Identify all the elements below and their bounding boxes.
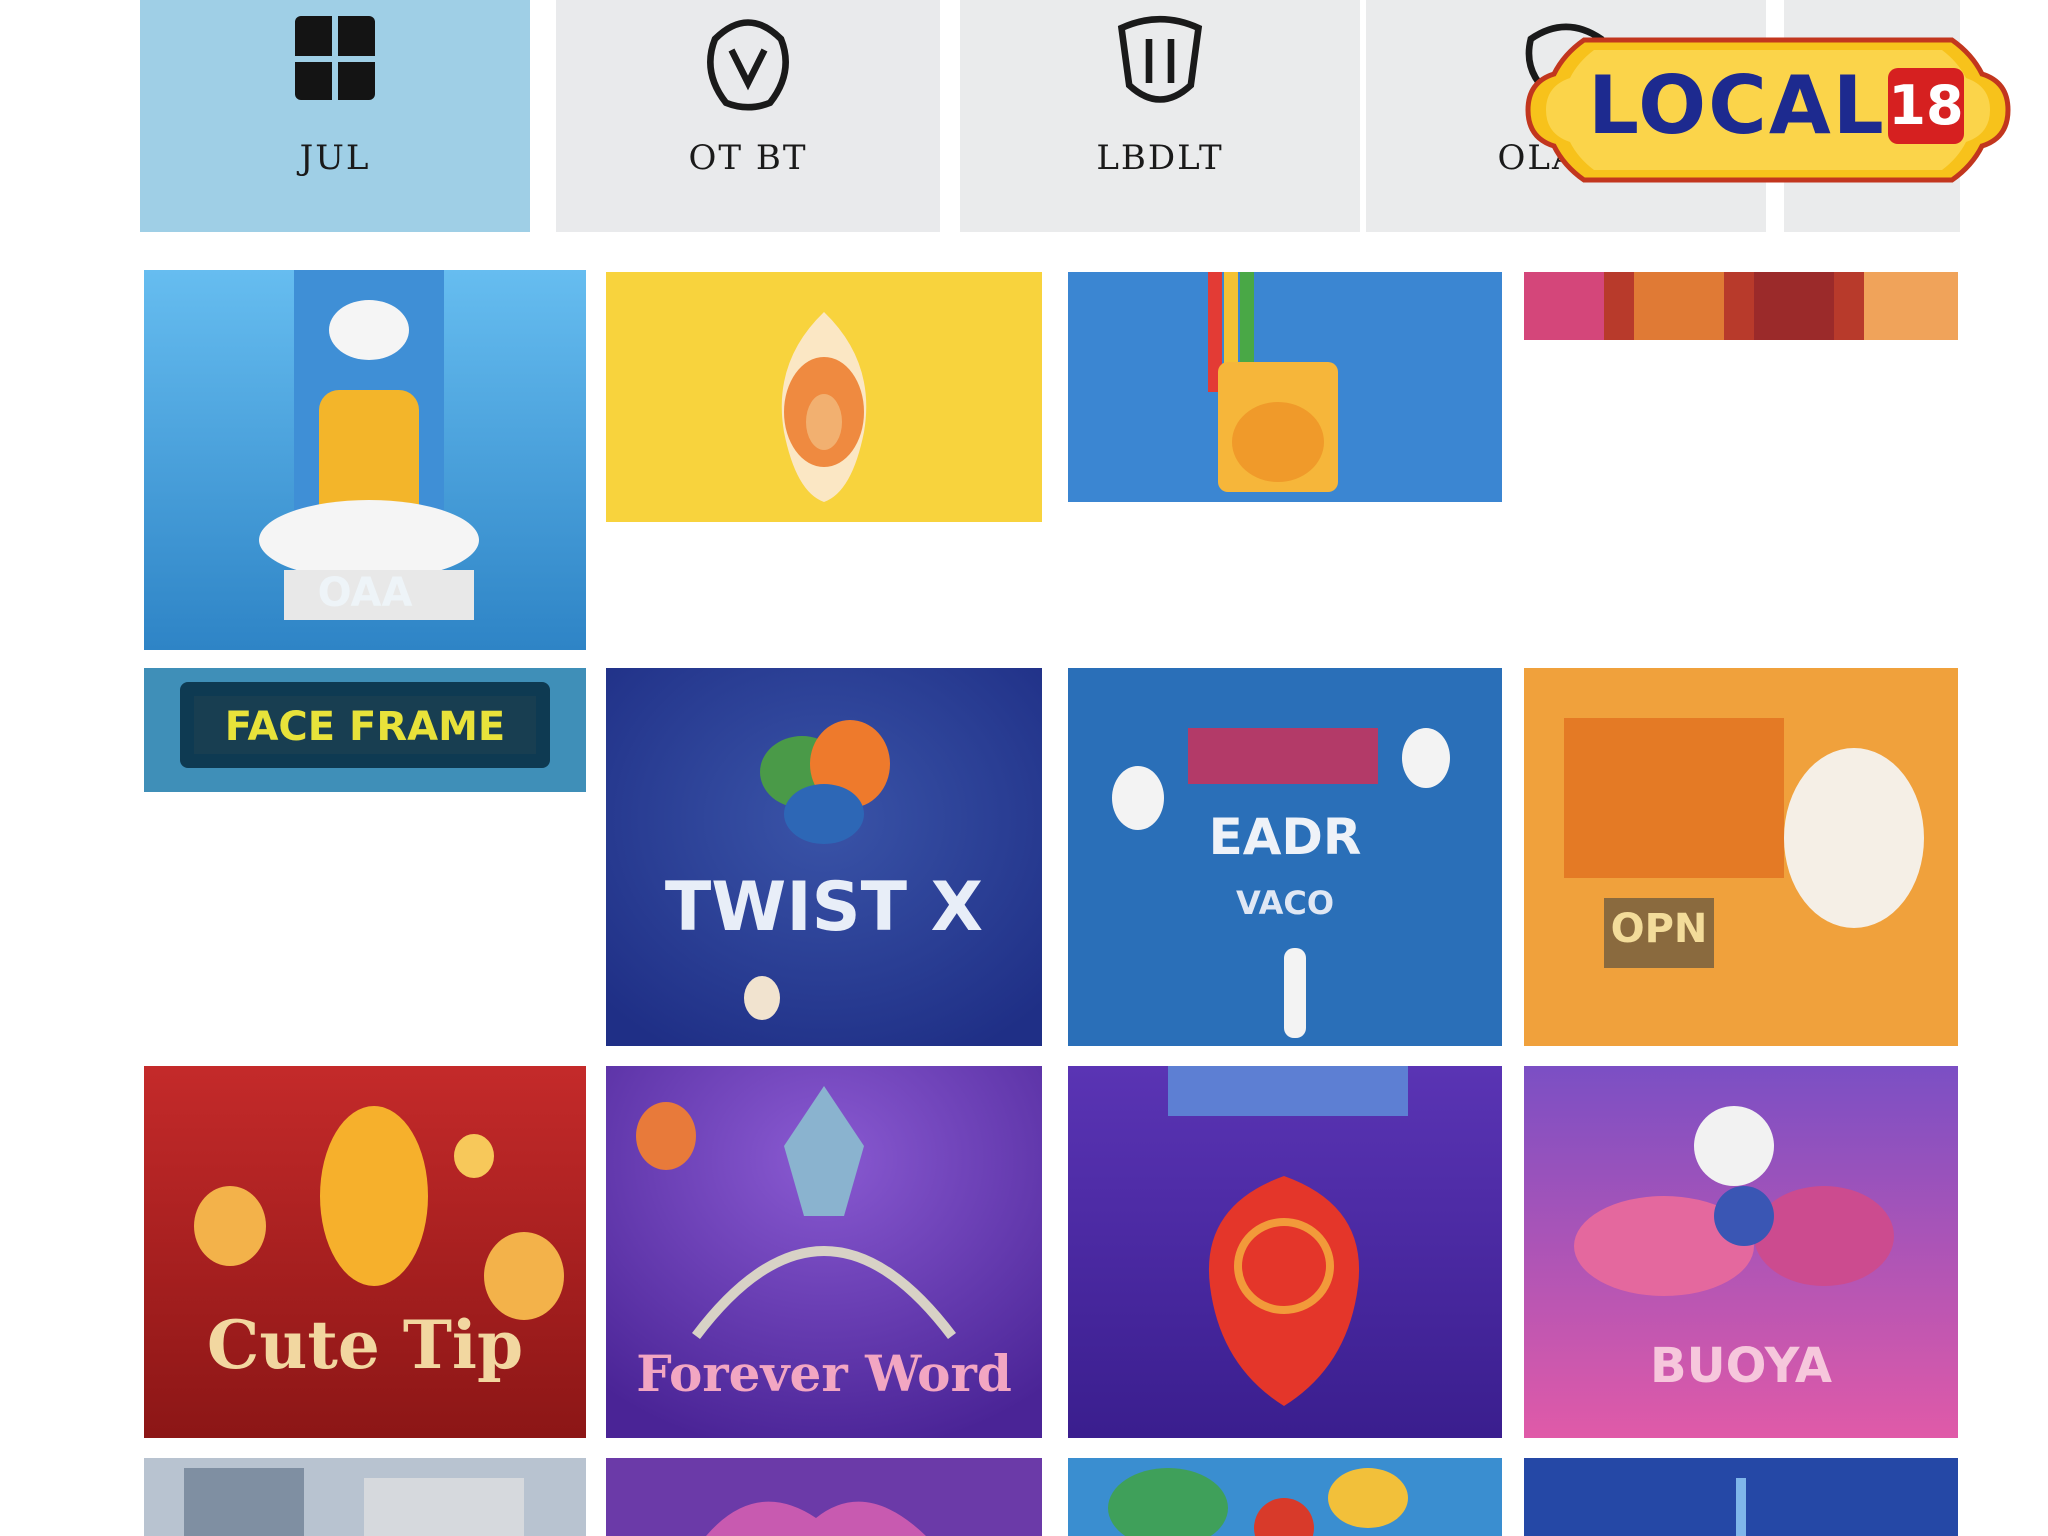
partial-art [606,1458,1042,1536]
thumbnail-blue-poster[interactable]: EADR VACO [1068,668,1502,1046]
thumbnail-subtext: VACO [1235,884,1335,922]
local18-logo: LOCAL 18 [1524,34,2012,186]
thumbnail-cute-tip[interactable]: Cute Tip [144,1066,586,1438]
partial-art [144,1458,586,1536]
partial-art [1068,1458,1502,1536]
animal-icon [1117,15,1203,103]
category-caption: LBDLT [1096,138,1224,178]
thumbnail-partial-3[interactable] [1068,1458,1502,1536]
thumbnail-pink-smoke[interactable]: BUOYA [1524,1066,1958,1438]
thumbnail-partial-1[interactable] [144,1458,586,1536]
thumbnail-banner[interactable]: FACE FRAME [144,668,586,792]
thumbnail-text: OAA [317,570,413,616]
thumbnail-text: OPN [1610,906,1708,952]
partial-art [1524,1458,1958,1536]
thumbnail-text: TWIST X [664,868,984,947]
thumbnail-partial-4[interactable] [1524,1458,1958,1536]
thumbnail-blue-drink[interactable] [1068,272,1502,502]
collage-art [1524,668,1958,1046]
grid-icon [295,16,375,100]
thumbnail-text: BUOYA [1650,1338,1832,1394]
logo-number-badge: 18 [1888,68,1964,144]
category-caption: JUL [299,138,371,178]
flame-art [606,272,1042,522]
twist-art [606,668,1042,1046]
drink-art [1068,272,1502,502]
thumbnail-strip[interactable] [1524,272,1958,340]
category-tile-1[interactable]: JUL [140,0,530,232]
category-tile-3[interactable]: LBDLT [960,0,1360,232]
logo-wordmark: LOCAL [1588,59,1886,152]
category-tile-2[interactable]: OT BT [556,0,940,232]
thumbnail-text: EADR [1208,808,1362,866]
thumbnail-red-drop[interactable] [1068,1066,1502,1438]
thumbnail-chef[interactable]: OAA [144,270,586,650]
animal-icon [707,19,789,111]
thumbnail-text: FACE FRAME [224,704,506,750]
strip-art [1524,272,1958,340]
thumbnail-partial-2[interactable] [606,1458,1042,1536]
thumbnail-twist[interactable]: TWIST X [606,668,1042,1046]
thumbnail-orange-collage[interactable]: OPN [1524,668,1958,1046]
thumbnail-text: Cute Tip [206,1306,524,1384]
thumbnail-forever-word[interactable]: Forever Word [606,1066,1042,1438]
drop-art [1068,1066,1502,1438]
thumbnail-yellow-flame[interactable] [606,272,1042,522]
category-caption: OT BT [688,138,808,178]
thumbnail-text: Forever Word [636,1344,1012,1403]
